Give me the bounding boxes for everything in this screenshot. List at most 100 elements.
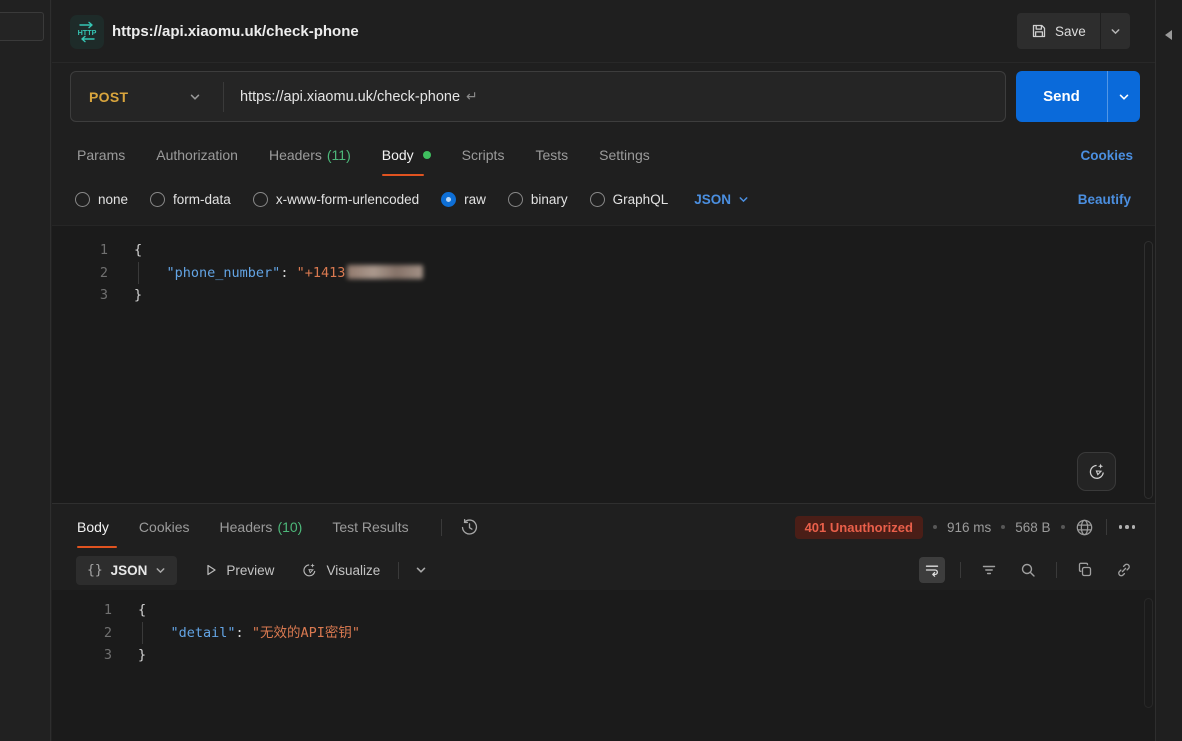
tab-params[interactable]: Params bbox=[77, 132, 125, 178]
right-sidebar-rail bbox=[1155, 0, 1182, 741]
response-size[interactable]: 568 B bbox=[1015, 520, 1050, 535]
tab-scripts[interactable]: Scripts bbox=[462, 132, 505, 178]
radio-x-www-form-urlencoded[interactable]: x-www-form-urlencoded bbox=[253, 192, 419, 207]
wrap-text-button[interactable] bbox=[919, 557, 945, 583]
code-text: } bbox=[134, 284, 142, 307]
search-button[interactable] bbox=[1015, 557, 1041, 583]
response-body-editor[interactable]: 1 { 2 "detail": "无效的API密钥" 3 } bbox=[52, 590, 1155, 741]
response-time[interactable]: 916 ms bbox=[947, 520, 991, 535]
separator-dot bbox=[933, 525, 937, 529]
link-button[interactable] bbox=[1111, 557, 1137, 583]
api-client-window: HTTP https://api.xiaomu.uk/check-phone S… bbox=[0, 0, 1182, 741]
save-options-caret[interactable] bbox=[1100, 13, 1130, 49]
filter-button[interactable] bbox=[976, 557, 1002, 583]
indent-guide bbox=[142, 622, 143, 645]
radio-urlencoded-circle bbox=[253, 192, 268, 207]
radio-binary-label: binary bbox=[531, 192, 568, 207]
code-text: "detail": "无效的API密钥" bbox=[138, 622, 360, 645]
radio-raw[interactable]: raw bbox=[441, 192, 486, 207]
resp-tab-body-label: Body bbox=[77, 519, 109, 535]
tab-tests[interactable]: Tests bbox=[535, 132, 568, 178]
tab-headers[interactable]: Headers(11) bbox=[269, 132, 351, 178]
language-select-value: JSON bbox=[694, 192, 731, 207]
response-status-group: 401 Unauthorized 916 ms 568 B bbox=[795, 516, 1135, 539]
url-divider bbox=[223, 82, 224, 112]
network-globe-icon[interactable] bbox=[1075, 518, 1094, 537]
resp-tab-cookies[interactable]: Cookies bbox=[139, 504, 190, 550]
tab-body-label: Body bbox=[382, 147, 414, 163]
divider bbox=[398, 562, 399, 579]
radio-form-data[interactable]: form-data bbox=[150, 192, 231, 207]
resp-tab-test-results[interactable]: Test Results bbox=[332, 504, 408, 550]
toolbar-caret-icon[interactable] bbox=[415, 564, 427, 576]
code-text: { bbox=[134, 239, 142, 262]
request-title: https://api.xiaomu.uk/check-phone bbox=[112, 23, 359, 40]
visualize-button[interactable]: Visualize bbox=[301, 562, 380, 579]
json-value: "无效的API密钥" bbox=[252, 625, 360, 641]
response-pane: Body Cookies Headers(10) Test Results 40… bbox=[52, 503, 1155, 741]
send-options-caret[interactable] bbox=[1107, 71, 1140, 122]
code-text: } bbox=[138, 644, 146, 667]
code-line: 1 { bbox=[52, 239, 1155, 262]
svg-text:HTTP: HTTP bbox=[78, 28, 97, 37]
send-button[interactable]: Send bbox=[1016, 71, 1107, 122]
play-icon bbox=[204, 563, 218, 577]
radio-none-label: none bbox=[98, 192, 128, 207]
tab-body[interactable]: Body bbox=[382, 132, 431, 178]
method-select[interactable]: POST bbox=[89, 89, 147, 105]
beautify-link[interactable]: Beautify bbox=[1078, 192, 1131, 207]
radio-form-data-label: form-data bbox=[173, 192, 231, 207]
save-button-label: Save bbox=[1055, 24, 1086, 39]
tab-headers-label: Headers bbox=[269, 147, 322, 163]
request-header: HTTP https://api.xiaomu.uk/check-phone S… bbox=[52, 0, 1155, 63]
language-select[interactable]: JSON bbox=[694, 192, 749, 207]
format-caret-icon bbox=[155, 565, 166, 576]
separator-dot bbox=[1001, 525, 1005, 529]
code-line: 2 "detail": "无效的API密钥" bbox=[52, 622, 1155, 645]
sidebar-partial-item[interactable] bbox=[0, 12, 44, 41]
language-caret-icon bbox=[738, 194, 749, 205]
tab-tests-label: Tests bbox=[535, 147, 568, 163]
radio-form-data-circle bbox=[150, 192, 165, 207]
response-scrollbar[interactable] bbox=[1144, 598, 1153, 708]
radio-none-circle bbox=[75, 192, 90, 207]
http-request-icon: HTTP bbox=[70, 15, 104, 49]
save-icon bbox=[1031, 23, 1047, 39]
request-body-editor[interactable]: 1 { 2 "phone_number": "+1413 3 } bbox=[52, 225, 1155, 503]
preview-label: Preview bbox=[226, 563, 274, 578]
radio-raw-circle bbox=[441, 192, 456, 207]
radio-binary[interactable]: binary bbox=[508, 192, 568, 207]
tab-settings[interactable]: Settings bbox=[599, 132, 650, 178]
code-text: { bbox=[138, 599, 146, 622]
divider bbox=[960, 562, 961, 578]
editor-scrollbar[interactable] bbox=[1144, 241, 1153, 499]
url-input[interactable]: https://api.xiaomu.uk/check-phone↵ bbox=[240, 88, 478, 105]
line-number: 2 bbox=[52, 262, 108, 285]
method-url-bar: POST https://api.xiaomu.uk/check-phone↵ bbox=[70, 71, 1006, 122]
radio-graphql[interactable]: GraphQL bbox=[590, 192, 669, 207]
more-options-icon[interactable] bbox=[1119, 525, 1136, 529]
radio-graphql-circle bbox=[590, 192, 605, 207]
code-text: "phone_number": "+1413 bbox=[134, 262, 423, 285]
radio-urlencoded-label: x-www-form-urlencoded bbox=[276, 192, 419, 207]
tab-params-label: Params bbox=[77, 147, 125, 163]
code-line: 2 "phone_number": "+1413 bbox=[52, 262, 1155, 285]
radio-none[interactable]: none bbox=[75, 192, 128, 207]
response-format-select[interactable]: {} JSON bbox=[76, 556, 177, 585]
status-badge[interactable]: 401 Unauthorized bbox=[795, 516, 923, 539]
response-history-icon[interactable] bbox=[460, 518, 479, 537]
collapse-left-icon[interactable] bbox=[1165, 30, 1172, 40]
main-panel: HTTP https://api.xiaomu.uk/check-phone S… bbox=[52, 0, 1155, 741]
preview-button[interactable]: Preview bbox=[204, 563, 274, 578]
resp-tab-headers[interactable]: Headers(10) bbox=[220, 504, 303, 550]
redacted-phone-blur bbox=[347, 265, 423, 279]
cookies-link[interactable]: Cookies bbox=[1080, 148, 1133, 163]
resp-tab-body[interactable]: Body bbox=[77, 504, 109, 550]
copy-button[interactable] bbox=[1072, 557, 1098, 583]
visualize-sparkle-icon bbox=[301, 562, 318, 579]
save-button[interactable]: Save bbox=[1017, 13, 1100, 49]
postbot-magic-button[interactable] bbox=[1077, 452, 1116, 491]
tab-authorization[interactable]: Authorization bbox=[156, 132, 238, 178]
method-caret-icon[interactable] bbox=[189, 91, 201, 103]
line-number: 2 bbox=[52, 622, 112, 645]
